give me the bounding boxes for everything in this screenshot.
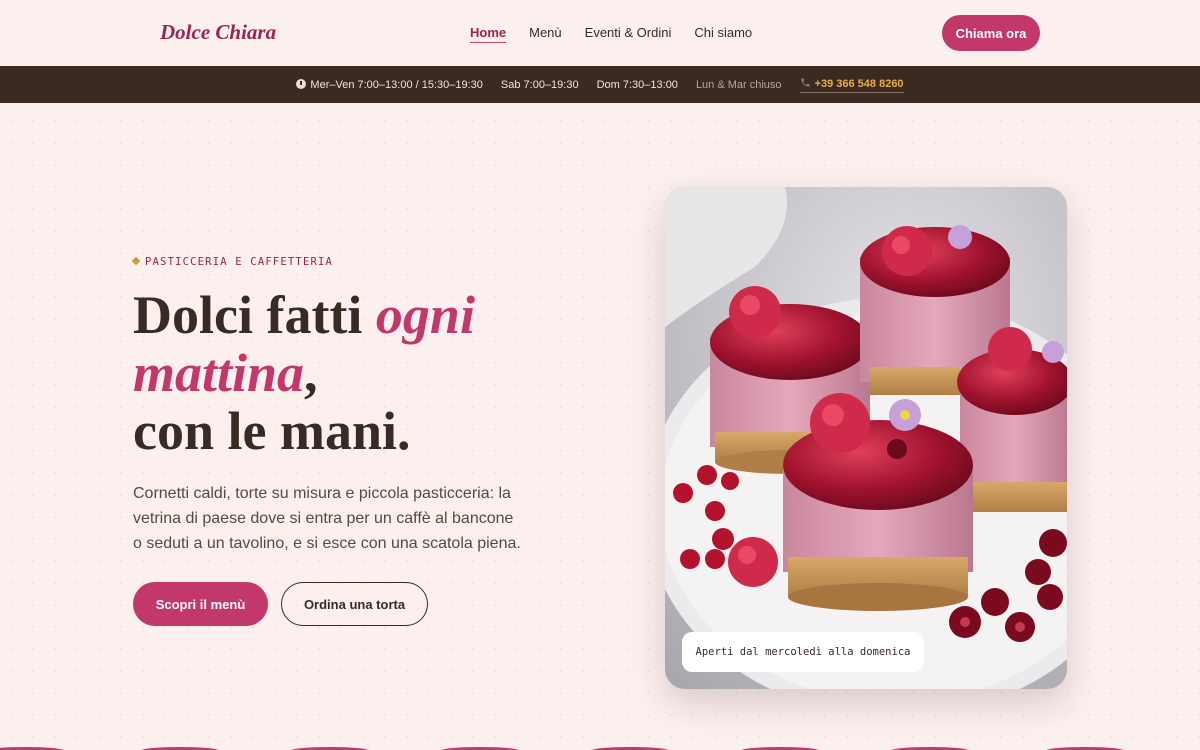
phone-link[interactable]: +39 366 548 8260 [799, 77, 904, 93]
order-cake-button[interactable]: Ordina una torta [281, 582, 428, 626]
discover-menu-button[interactable]: Scopri il menù [133, 582, 268, 626]
nav-item-events-orders[interactable]: Eventi & Ordini [585, 25, 672, 43]
nav-item-menu[interactable]: Menù [529, 25, 562, 43]
hours-saturday: Sab 7:00–19:30 [500, 78, 579, 91]
nav-item-about[interactable]: Chi siamo [694, 25, 752, 43]
clock-icon [296, 78, 307, 89]
hero-image [665, 187, 1067, 689]
image-caption: Aperti dal mercoledì alla domenica [682, 632, 924, 672]
call-now-button[interactable]: Chiama ora [942, 15, 1040, 51]
hero-eyebrow: PASTICCERIA E CAFFETTERIA [131, 256, 333, 268]
hours-sunday: Dom 7:30–13:00 [596, 78, 678, 91]
nav-item-home[interactable]: Home [470, 25, 507, 43]
brand-logo[interactable]: Dolce Chiara [160, 20, 276, 45]
hours-weekdays: Mer–Ven 7:00–13:00 / 15:30–19:30 [296, 78, 483, 91]
decorative-scallop-border [0, 747, 1124, 750]
phone-icon [800, 77, 810, 87]
opening-hours-bar: Mer–Ven 7:00–13:00 / 15:30–19:30 Sab 7:0… [0, 66, 1200, 103]
hero-lead: Cornetti caldi, torte su misura e piccol… [133, 485, 521, 552]
hero-title: Dolci fatti ogni mattina, con le mani. [133, 285, 475, 461]
hours-closed: Lun & Mar chiuso [695, 78, 782, 91]
diamond-icon [131, 256, 141, 266]
site-header: Dolce Chiara Home Menù Eventi & Ordini C… [0, 0, 1200, 66]
pastry-photo [665, 187, 1067, 689]
main-nav: Home Menù Eventi & Ordini Chi siamo [470, 25, 775, 43]
